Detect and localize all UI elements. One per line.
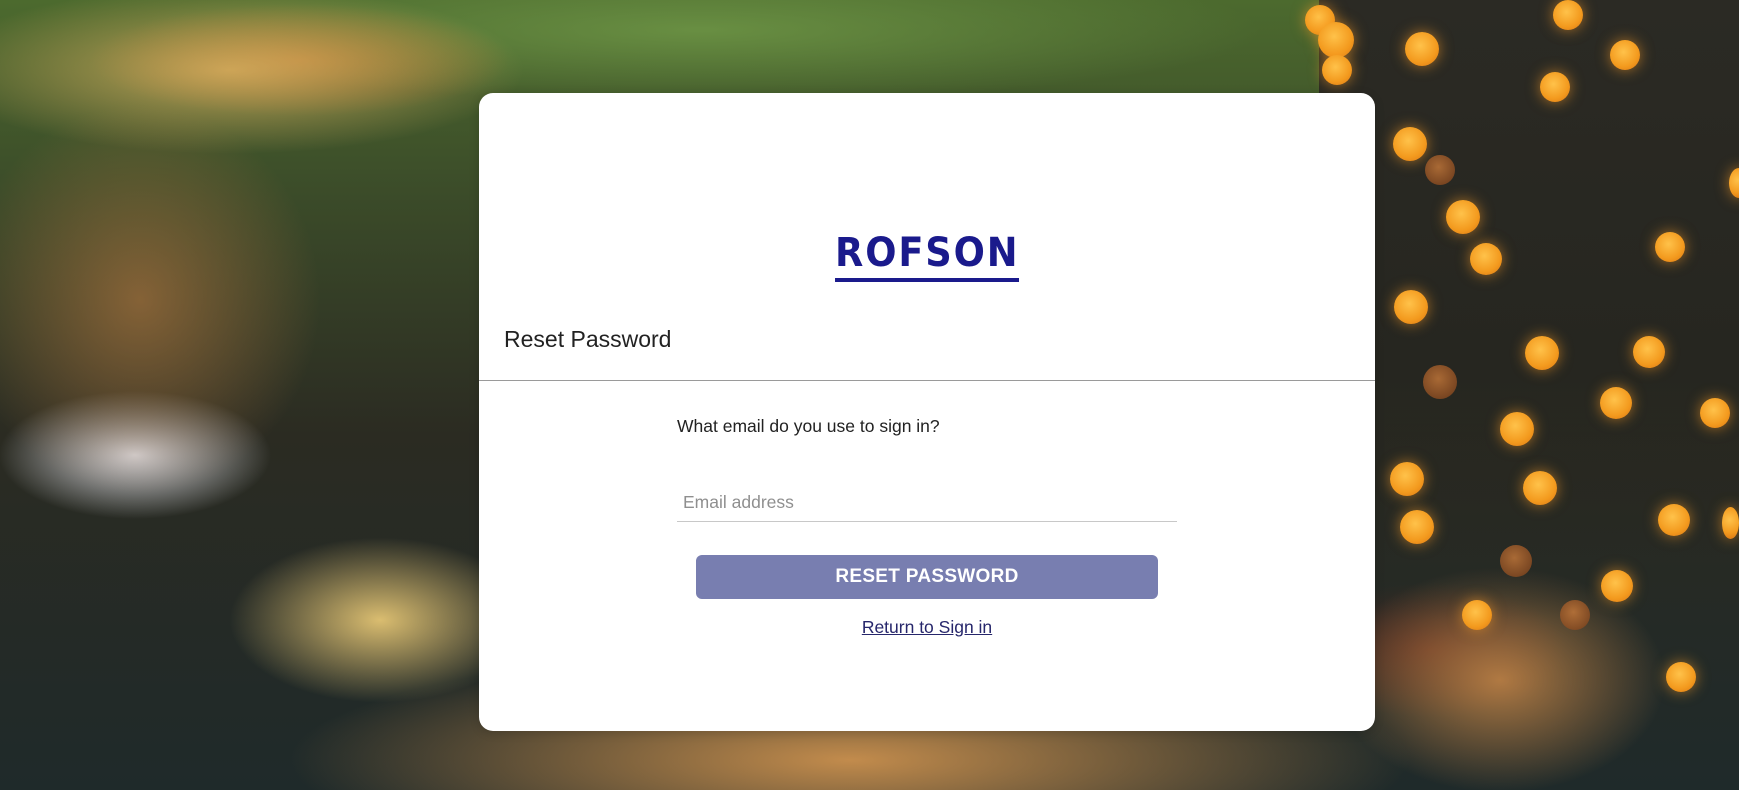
return-link-container: Return to Sign in [479,617,1375,638]
reset-password-button[interactable]: RESET PASSWORD [696,555,1158,599]
return-to-sign-in-link[interactable]: Return to Sign in [862,617,992,637]
reset-password-card: ROFSON Reset Password What email do you … [479,93,1375,731]
email-prompt: What email do you use to sign in? [677,416,940,436]
header-divider [479,380,1375,381]
email-field[interactable] [677,484,1177,522]
brand-logo: ROFSON [479,233,1375,282]
brand-logo-text: ROFSON [834,233,1020,282]
reset-password-page: ROFSON Reset Password What email do you … [0,0,1739,790]
page-title: Reset Password [504,326,672,352]
